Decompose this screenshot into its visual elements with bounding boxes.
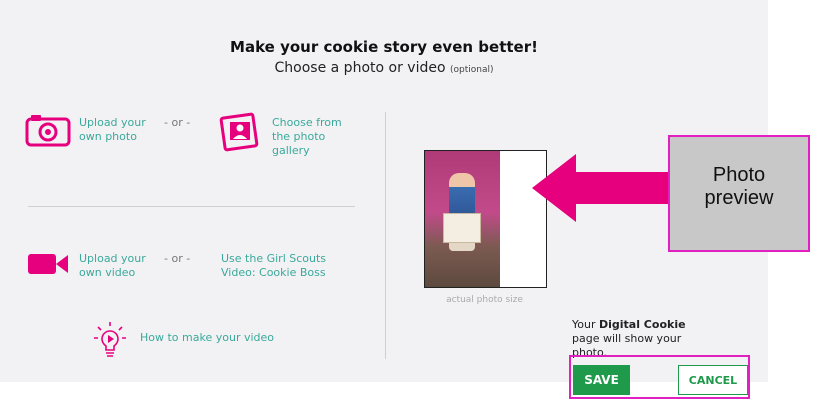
dialog-title: Make your cookie story even better! bbox=[230, 38, 538, 56]
preview-sign bbox=[443, 213, 481, 243]
photo-gallery-icon[interactable] bbox=[219, 112, 261, 152]
upload-photo-link[interactable]: Upload your own photo bbox=[79, 116, 149, 144]
video-camera-icon[interactable] bbox=[26, 251, 70, 277]
arrow-left-icon bbox=[530, 152, 670, 224]
photo-preview-callout: Photo preview bbox=[668, 135, 810, 252]
dialog-subtitle: Choose a photo or video (optional) bbox=[0, 60, 768, 76]
column-divider bbox=[385, 112, 386, 359]
subtitle-text: Choose a photo or video bbox=[274, 60, 446, 76]
photo-or-text: - or - bbox=[164, 116, 191, 129]
upload-video-link[interactable]: Upload your own video bbox=[79, 252, 154, 280]
video-or-text: - or - bbox=[164, 252, 191, 265]
save-button[interactable]: SAVE bbox=[573, 365, 630, 395]
cancel-button[interactable]: CANCEL bbox=[678, 365, 748, 395]
section-divider bbox=[28, 206, 355, 207]
preview-note: Your Digital Cookie page will show your … bbox=[572, 318, 686, 359]
photo-gallery-link[interactable]: Choose from the photo gallery bbox=[272, 116, 342, 158]
how-to-video-link[interactable]: How to make your video bbox=[140, 331, 274, 345]
camera-icon[interactable] bbox=[25, 113, 71, 147]
photo-preview bbox=[424, 150, 547, 288]
subtitle-optional: (optional) bbox=[449, 65, 494, 75]
cookie-boss-video-link[interactable]: Use the Girl Scouts Video: Cookie Boss bbox=[221, 252, 346, 280]
photo-size-caption: actual photo size bbox=[446, 295, 523, 305]
lightbulb-play-icon[interactable] bbox=[90, 319, 130, 359]
